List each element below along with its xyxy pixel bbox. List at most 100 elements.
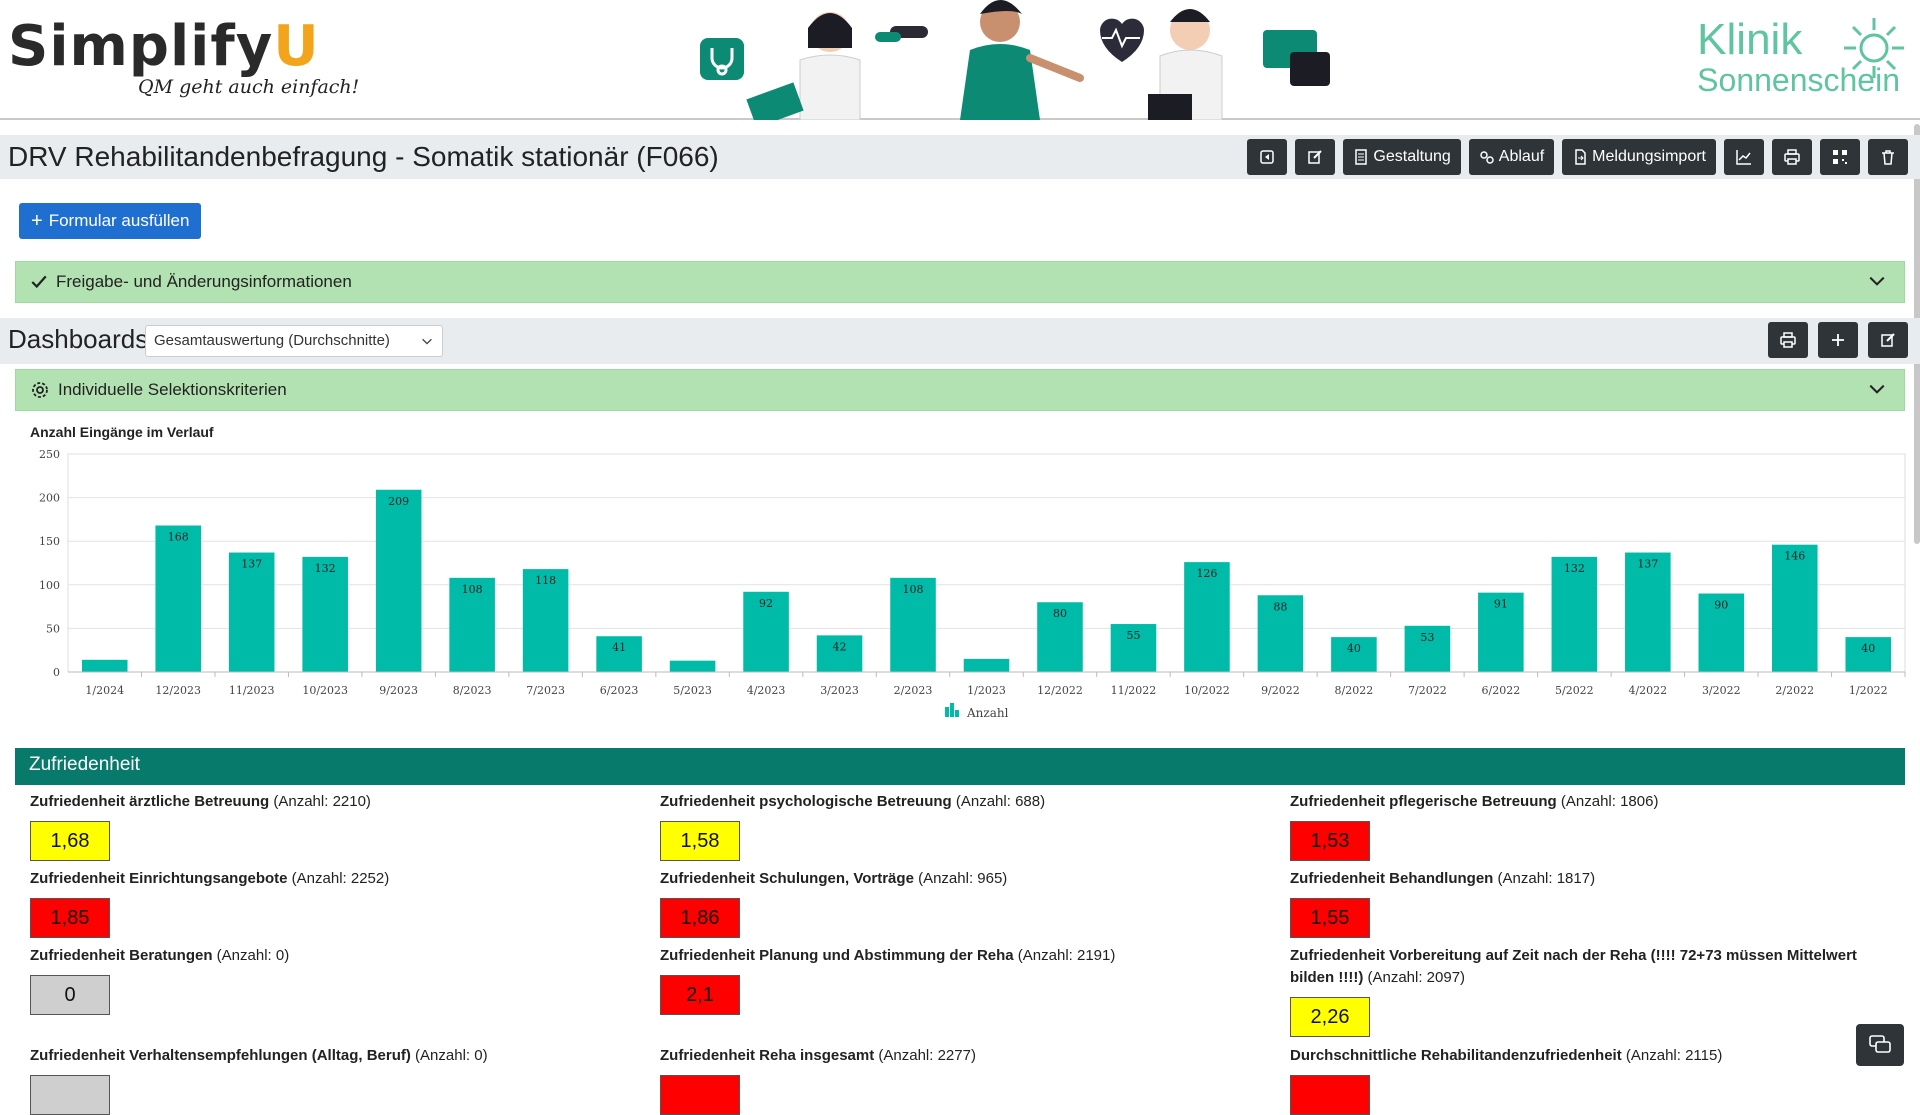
x-tick-label: 1/2023 <box>967 684 1006 697</box>
form-titlebar: DRV Rehabilitandenbefragung - Somatik st… <box>0 135 1920 179</box>
print-button[interactable] <box>1772 139 1812 175</box>
edit-icon <box>1880 332 1896 348</box>
satisfaction-metric: Zufriedenheit pflegerische Betreuung (An… <box>1290 791 1890 861</box>
metric-name: Zufriedenheit ärztliche Betreuung <box>30 793 269 810</box>
metric-label: Zufriedenheit pflegerische Betreuung (An… <box>1290 791 1890 813</box>
simplify-logo[interactable]: SimplifyU QM geht auch einfach! <box>8 14 320 79</box>
metric-name: Zufriedenheit Schulungen, Vorträge <box>660 870 914 887</box>
fill-form-label: Formular ausfüllen <box>49 211 190 231</box>
ablauf-button[interactable]: Ablauf <box>1469 139 1554 175</box>
metric-name: Zufriedenheit Einrichtungsangebote <box>30 870 288 887</box>
chat-button[interactable] <box>1856 1024 1904 1066</box>
statistics-button[interactable] <box>1724 139 1764 175</box>
fill-form-button[interactable]: + Formular ausfüllen <box>19 203 201 239</box>
bar-value-label: 137 <box>1637 558 1658 571</box>
bar-value-label: 80 <box>1053 607 1067 620</box>
bar <box>82 660 128 672</box>
metric-name: Zufriedenheit Beratungen <box>30 947 213 964</box>
metric-value-box: 1,68 <box>30 821 110 861</box>
metric-value-box: 1,55 <box>1290 898 1370 938</box>
y-tick-label: 150 <box>39 535 60 548</box>
satisfaction-metric: Zufriedenheit Schulungen, Vorträge (Anza… <box>660 868 1260 938</box>
delete-button[interactable] <box>1868 139 1908 175</box>
x-tick-label: 1/2024 <box>85 684 124 697</box>
metric-count: (Anzahl: 2115) <box>1622 1047 1723 1064</box>
bar-value-label: 40 <box>1347 642 1361 655</box>
dashboard-select[interactable]: Gesamtauswertung (Durchschnitte) <box>145 325 443 357</box>
qr-button[interactable] <box>1820 139 1860 175</box>
metric-label: Zufriedenheit Behandlungen (Anzahl: 1817… <box>1290 868 1890 890</box>
metric-name: Zufriedenheit psychologische Betreuung <box>660 793 952 810</box>
bar-value-label: 209 <box>388 495 409 508</box>
bar-value-label: 168 <box>168 531 189 544</box>
legend-swatch <box>950 703 954 717</box>
x-tick-label: 7/2022 <box>1408 684 1447 697</box>
bar-value-label: 88 <box>1273 600 1287 613</box>
metric-name: Zufriedenheit Verhaltensempfehlungen (Al… <box>30 1047 411 1064</box>
bar <box>155 526 201 672</box>
document-icon <box>1353 149 1369 165</box>
gestaltung-button[interactable]: Gestaltung <box>1343 139 1460 175</box>
meldungsimport-label: Meldungsimport <box>1592 148 1706 166</box>
edit-button[interactable] <box>1295 139 1335 175</box>
metric-value-box: 1,58 <box>660 821 740 861</box>
metric-label: Zufriedenheit ärztliche Betreuung (Anzah… <box>30 791 630 813</box>
dashboard-add-button[interactable] <box>1818 322 1858 358</box>
meldungsimport-button[interactable]: Meldungsimport <box>1562 139 1716 175</box>
legend-swatch <box>945 707 949 717</box>
release-info-toggle[interactable]: Freigabe- und Änderungsinformationen <box>15 261 1905 303</box>
metric-count: (Anzahl: 2191) <box>1014 947 1116 964</box>
bar-value-label: 41 <box>612 641 626 654</box>
metric-value-box: 1,85 <box>30 898 110 938</box>
metric-count: (Anzahl: 2097) <box>1363 969 1465 986</box>
plus-icon: + <box>31 212 43 230</box>
x-tick-label: 6/2023 <box>600 684 639 697</box>
metric-count: (Anzahl: 0) <box>411 1047 488 1064</box>
workflow-icon <box>1479 149 1495 165</box>
dashboard-bar: Dashboards Gesamtauswertung (Durchschnit… <box>0 318 1920 364</box>
metric-count: (Anzahl: 2210) <box>269 793 371 810</box>
satisfaction-metric: Zufriedenheit Verhaltensempfehlungen (Al… <box>30 1045 630 1115</box>
dashboard-edit-button[interactable] <box>1868 322 1908 358</box>
sun-icon <box>1842 16 1906 80</box>
chart-icon <box>1736 149 1752 165</box>
bar <box>376 490 422 672</box>
metric-label: Zufriedenheit Einrichtungsangebote (Anza… <box>30 868 630 890</box>
metric-count: (Anzahl: 965) <box>914 870 1007 887</box>
x-tick-label: 8/2023 <box>453 684 492 697</box>
logo-tagline: QM geht auch einfach! <box>138 76 359 98</box>
back-icon <box>1259 149 1275 165</box>
bar-value-label: 132 <box>1564 562 1585 575</box>
y-tick-label: 50 <box>46 622 60 635</box>
page-title: DRV Rehabilitandenbefragung - Somatik st… <box>8 141 719 173</box>
metric-label: Zufriedenheit Reha insgesamt (Anzahl: 22… <box>660 1045 1260 1067</box>
chart-title: Anzahl Eingänge im Verlauf <box>30 424 214 440</box>
dashboards-title: Dashboards <box>8 324 148 355</box>
metric-count: (Anzahl: 1817) <box>1493 870 1595 887</box>
metric-value-box: 1,86 <box>660 898 740 938</box>
metric-name: Zufriedenheit Behandlungen <box>1290 870 1493 887</box>
bar-value-label: 53 <box>1420 631 1434 644</box>
dashboard-print-button[interactable] <box>1768 322 1808 358</box>
metric-label: Zufriedenheit Schulungen, Vorträge (Anza… <box>660 868 1260 890</box>
print-icon <box>1784 149 1800 165</box>
satisfaction-metric: Zufriedenheit Vorbereitung auf Zeit nach… <box>1290 945 1890 1037</box>
logo-text: Simplify <box>8 14 273 79</box>
x-tick-label: 10/2023 <box>302 684 348 697</box>
metric-value-box <box>660 1075 740 1115</box>
satisfaction-metric: Durchschnittliche Rehabilitandenzufriede… <box>1290 1045 1890 1115</box>
selection-criteria-toggle[interactable]: Individuelle Selektionskriterien <box>15 369 1905 411</box>
metric-label: Zufriedenheit psychologische Betreuung (… <box>660 791 1260 813</box>
metric-name: Zufriedenheit Reha insgesamt <box>660 1047 874 1064</box>
x-tick-label: 4/2022 <box>1628 684 1667 697</box>
back-button[interactable] <box>1247 139 1287 175</box>
metric-value-box: 1,53 <box>1290 821 1370 861</box>
import-icon <box>1572 149 1588 165</box>
metric-value-box: 2,1 <box>660 975 740 1015</box>
x-tick-label: 2/2023 <box>894 684 933 697</box>
x-tick-label: 5/2022 <box>1555 684 1594 697</box>
gear-icon <box>30 380 50 400</box>
selection-criteria-label: Individuelle Selektionskriterien <box>58 380 287 400</box>
header-banner: SimplifyU QM geht auch einfach! Klinik S… <box>0 0 1920 120</box>
chevron-down-icon <box>1868 272 1886 290</box>
